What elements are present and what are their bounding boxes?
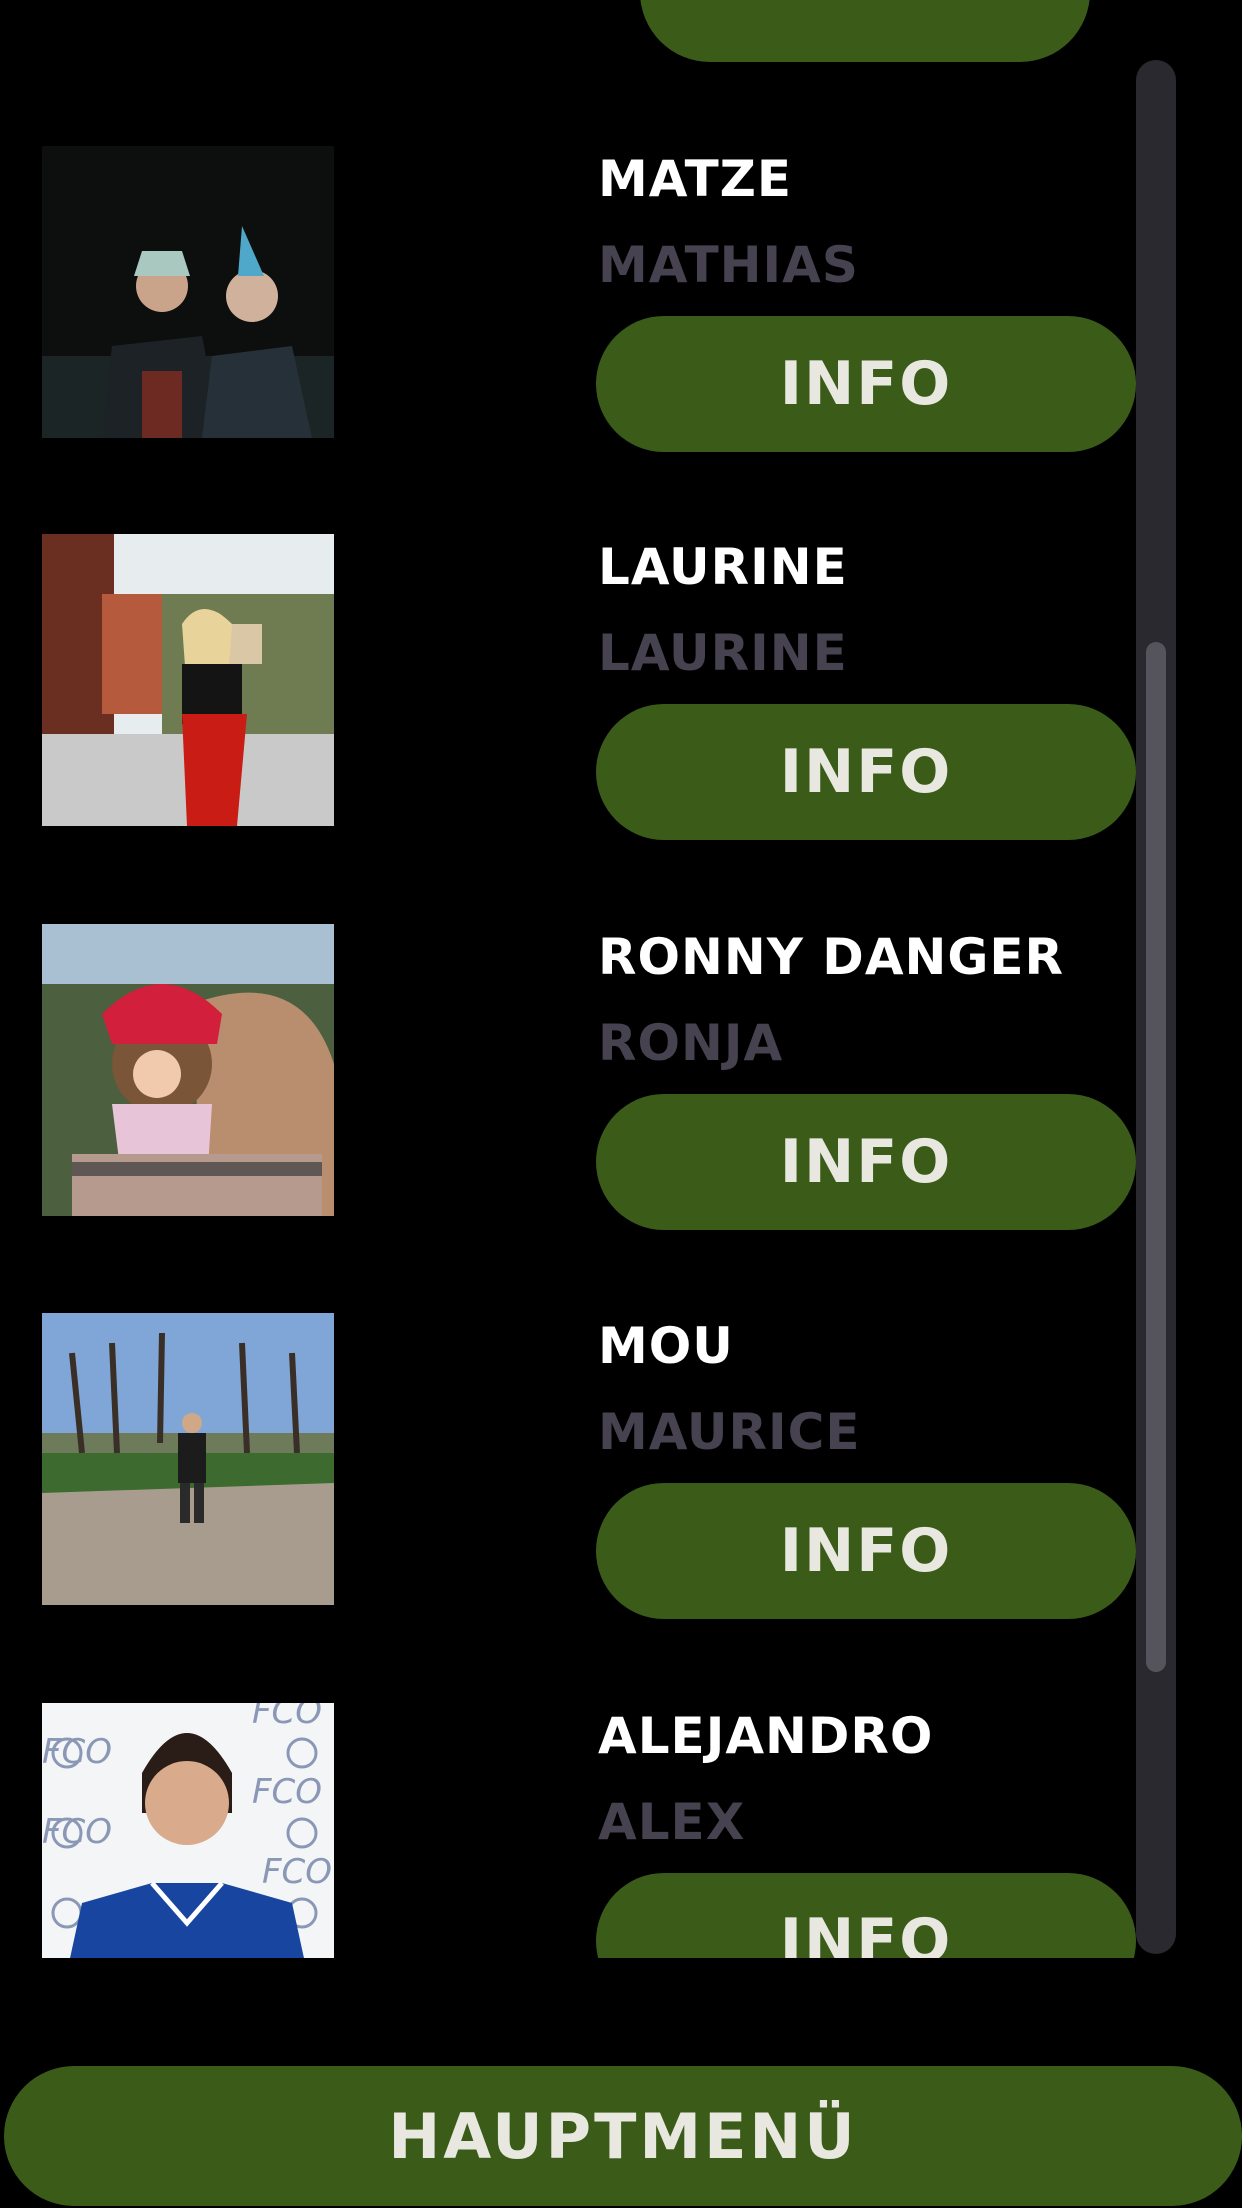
player-nickname: MATZE — [598, 150, 793, 208]
player-photo — [42, 146, 334, 438]
svg-text:FCO: FCO — [262, 1852, 332, 1892]
player-photo — [42, 924, 334, 1216]
player-realname: MAURICE — [598, 1403, 861, 1461]
player-row: FCO FCO FCO FCO FCO ALEJANDRO ALEX INFO — [0, 1703, 1150, 1958]
player-realname: ALEX — [598, 1793, 746, 1851]
player-realname: RONJA — [598, 1014, 784, 1072]
info-button[interactable]: INFO — [596, 704, 1136, 840]
svg-text:FCO: FCO — [42, 1732, 112, 1772]
player-nickname: RONNY DANGER — [598, 928, 1065, 986]
info-button[interactable]: INFO — [596, 1873, 1136, 1958]
scrollbar-thumb[interactable] — [1146, 642, 1166, 1672]
player-list[interactable]: MATZE MATHIAS INFO LAURINE LAURINE INFO — [0, 0, 1242, 1958]
svg-text:FCO: FCO — [252, 1703, 322, 1732]
player-realname: LAURINE — [598, 624, 848, 682]
player-photo: FCO FCO FCO FCO FCO — [42, 1703, 334, 1958]
info-button[interactable]: INFO — [596, 316, 1136, 452]
player-photo — [42, 534, 334, 826]
player-photo — [42, 1313, 334, 1605]
player-row: LAURINE LAURINE INFO — [0, 534, 1150, 840]
svg-text:FCO: FCO — [252, 1772, 322, 1812]
player-realname: MATHIAS — [598, 236, 859, 294]
player-nickname: MOU — [598, 1317, 734, 1375]
player-nickname: LAURINE — [598, 538, 848, 596]
info-button[interactable]: INFO — [596, 1483, 1136, 1619]
svg-text:FCO: FCO — [42, 1812, 112, 1852]
player-row: RONNY DANGER RONJA INFO — [0, 924, 1150, 1230]
player-row: MOU MAURICE INFO — [0, 1313, 1150, 1619]
player-row: MATZE MATHIAS INFO — [0, 146, 1150, 452]
main-menu-button[interactable]: HAUPTMENÜ — [4, 2066, 1242, 2206]
previous-info-button[interactable] — [640, 0, 1090, 62]
scrollbar-track[interactable] — [1136, 60, 1176, 1954]
player-nickname: ALEJANDRO — [598, 1707, 934, 1765]
info-button[interactable]: INFO — [596, 1094, 1136, 1230]
